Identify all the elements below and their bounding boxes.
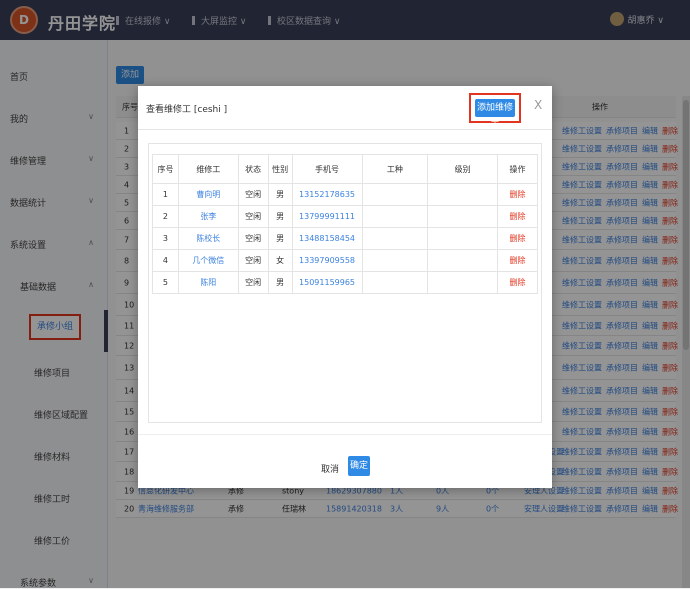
cell-level <box>427 271 499 294</box>
cell-trade <box>361 249 429 272</box>
col-header-trade: 工种 <box>361 154 429 184</box>
cell-no: 5 <box>152 271 179 294</box>
cell-phone: 15091159965 <box>291 271 363 294</box>
delete-link[interactable]: 删除 <box>497 183 538 206</box>
cell-no: 3 <box>152 227 179 250</box>
cell-trade <box>361 271 429 294</box>
confirm-button[interactable]: 确定 <box>348 456 370 476</box>
cell-gender: 男 <box>267 183 293 206</box>
worker-name-link[interactable]: 曹向明 <box>177 183 239 206</box>
divider <box>138 434 552 435</box>
table-row: 4 几个微信 空闲女 13397909558 删除 <box>152 249 538 272</box>
cell-status: 空闲 <box>237 205 269 228</box>
worker-table: 序号 维修工 状态 性别 手机号 工种 级别 操作 1 曹向明 空闲男 1315217… <box>152 154 538 294</box>
cell-phone: 13488158454 <box>291 227 363 250</box>
delete-link[interactable]: 删除 <box>497 249 538 272</box>
cell-status: 空闲 <box>237 249 269 272</box>
col-header-worker: 维修工 <box>177 154 239 184</box>
dialog-title: 查看维修工 [ceshi ] <box>146 105 228 115</box>
worker-name-link[interactable]: 张李 <box>177 205 239 228</box>
delete-link[interactable]: 删除 <box>497 271 538 294</box>
col-header-ops: 操作 <box>497 154 538 184</box>
delete-link[interactable]: 删除 <box>497 205 538 228</box>
col-header-no: 序号 <box>152 154 179 184</box>
table-row: 1 曹向明 空闲男 13152178635 删除 <box>152 183 538 206</box>
cell-level <box>427 205 499 228</box>
worker-name-link[interactable]: 陈校长 <box>177 227 239 250</box>
view-workers-dialog: 查看维修工 [ceshi ] 添加维修工 X 序号 维修工 状态 性别 手机号 … <box>138 86 552 488</box>
cell-phone: 13397909558 <box>291 249 363 272</box>
cell-level <box>427 227 499 250</box>
cell-no: 1 <box>152 183 179 206</box>
col-header-phone: 手机号 <box>291 154 363 184</box>
cell-status: 空闲 <box>237 271 269 294</box>
cell-gender: 女 <box>267 249 293 272</box>
col-header-gender: 性别 <box>267 154 293 184</box>
cell-trade <box>361 183 429 206</box>
cell-trade <box>361 205 429 228</box>
worker-name-link[interactable]: 陈阳 <box>177 271 239 294</box>
col-header-status: 状态 <box>237 154 269 184</box>
cancel-button[interactable]: 取消 <box>321 462 339 475</box>
add-worker-highlight: 添加维修工 <box>469 93 521 131</box>
cell-phone: 13152178635 <box>291 183 363 206</box>
cell-gender: 男 <box>267 271 293 294</box>
cell-no: 2 <box>152 205 179 228</box>
cell-gender: 男 <box>267 227 293 250</box>
divider <box>138 129 552 130</box>
cell-trade <box>361 227 429 250</box>
table-row: 3 陈校长 空闲男 13488158454 删除 <box>152 227 538 250</box>
cell-status: 空闲 <box>237 227 269 250</box>
worker-name-link[interactable]: 几个微信 <box>177 249 239 272</box>
cell-level <box>427 183 499 206</box>
cell-level <box>427 249 499 272</box>
delete-link[interactable]: 删除 <box>497 227 538 250</box>
cell-phone: 13799991111 <box>291 205 363 228</box>
add-worker-button[interactable]: 添加维修工 <box>475 99 515 131</box>
table-row: 5 陈阳 空闲男 15091159965 删除 <box>152 271 538 294</box>
cell-status: 空闲 <box>237 183 269 206</box>
close-icon[interactable]: X <box>534 98 542 112</box>
cell-gender: 男 <box>267 205 293 228</box>
col-header-level: 级别 <box>427 154 499 184</box>
cell-no: 4 <box>152 249 179 272</box>
table-row: 2 张李 空闲男 13799991111 删除 <box>152 205 538 228</box>
